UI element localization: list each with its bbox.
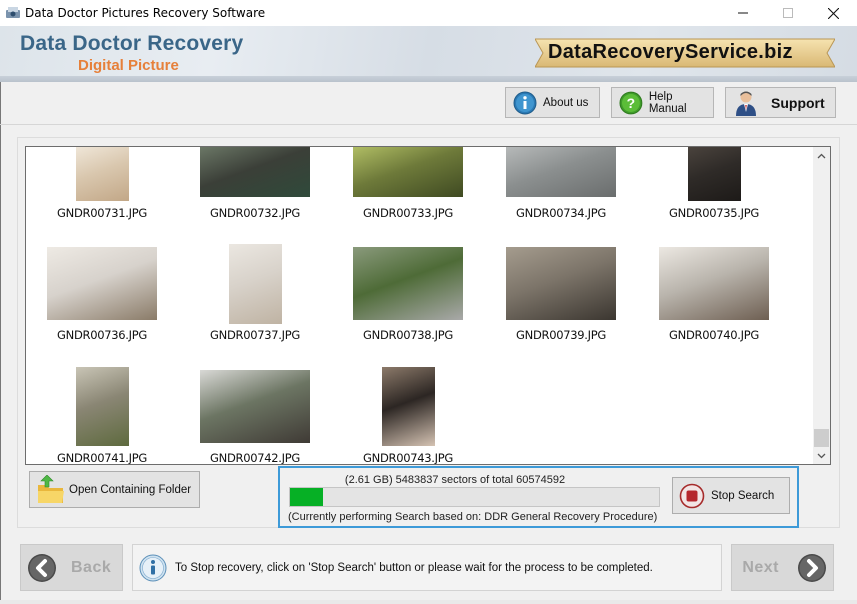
help-manual-button[interactable]: ? Help Manual [611, 87, 714, 118]
title-bar: Data Doctor Pictures Recovery Software [0, 0, 857, 26]
chevron-up-icon [817, 153, 826, 158]
scroll-down-button[interactable] [813, 447, 830, 464]
support-label: Support [771, 94, 825, 111]
folder-open-icon [38, 474, 64, 503]
stop-search-label: Stop Search [711, 489, 775, 502]
photo-thumbnail[interactable] [353, 247, 463, 320]
progress-bar [289, 487, 660, 507]
photo-filename: GNDR00740.JPG [669, 328, 759, 342]
photo-thumbnail[interactable] [381, 367, 435, 446]
toolbar-divider [0, 124, 857, 125]
open-containing-folder-button[interactable]: Open Containing Folder [29, 471, 200, 508]
window-left-edge [0, 26, 1, 604]
minimize-icon [738, 12, 748, 14]
photo-filename: GNDR00736.JPG [57, 328, 147, 342]
info-icon [513, 91, 537, 114]
photo-filename: GNDR00731.JPG [57, 206, 147, 220]
about-us-button[interactable]: About us [505, 87, 600, 118]
search-progress-panel: (2.61 GB) 5483837 sectors of total 60574… [278, 466, 799, 528]
maximize-icon [783, 8, 793, 18]
website-link[interactable]: DataRecoveryService.biz [548, 41, 793, 64]
help-icon: ? [619, 91, 643, 114]
photo-thumbnail[interactable] [506, 147, 616, 197]
photo-thumbnail[interactable] [75, 367, 129, 446]
recovered-photos-gallery[interactable]: GNDR00731.JPG GNDR00732.JPG GNDR00733.JPG G… [25, 146, 831, 465]
svg-text:?: ? [627, 94, 636, 110]
brand-subtitle: Digital Picture [78, 57, 179, 74]
photo-filename: GNDR00742.JPG [210, 451, 300, 465]
photo-thumbnail[interactable] [200, 147, 310, 197]
photo-filename: GNDR00734.JPG [516, 206, 606, 220]
stop-icon [679, 483, 705, 508]
minimize-button[interactable] [720, 0, 766, 26]
photo-thumbnail[interactable] [353, 147, 463, 197]
scroll-up-button[interactable] [813, 147, 830, 164]
photo-filename: GNDR00732.JPG [210, 206, 300, 220]
support-person-icon [736, 91, 756, 116]
open-folder-label: Open Containing Folder [69, 483, 192, 496]
progress-bar-fill [290, 488, 324, 506]
photo-thumbnail[interactable] [506, 247, 616, 320]
window-bottom-edge [0, 600, 857, 604]
info-message: To Stop recovery, click on 'Stop Search'… [175, 561, 653, 574]
photo-thumbnail[interactable] [47, 247, 157, 320]
photo-filename: GNDR00741.JPG [57, 451, 147, 465]
photo-filename: GNDR00739.JPG [516, 328, 606, 342]
brand-title: Data Doctor Recovery [20, 32, 244, 55]
photo-thumbnail[interactable] [75, 147, 129, 201]
app-icon [6, 7, 20, 18]
procedure-status: (Currently performing Search based on: D… [288, 511, 658, 523]
photo-filename: GNDR00737.JPG [210, 328, 300, 342]
window-title: Data Doctor Pictures Recovery Software [25, 6, 266, 20]
chevron-down-icon [817, 453, 826, 458]
next-button[interactable]: Next [731, 544, 834, 591]
info-icon [139, 554, 167, 581]
chevron-left-icon [28, 553, 56, 582]
photo-filename: GNDR00738.JPG [363, 328, 453, 342]
next-label: Next [742, 558, 779, 576]
close-button[interactable] [810, 0, 856, 26]
scrollbar-thumb[interactable] [814, 429, 829, 447]
photo-filename: GNDR00743.JPG [363, 451, 453, 465]
support-button[interactable]: Support [725, 87, 836, 118]
photo-thumbnail[interactable] [200, 370, 310, 443]
progress-summary: (2.61 GB) 5483837 sectors of total 60574… [344, 474, 566, 486]
back-button[interactable]: Back [20, 544, 123, 591]
vertical-scrollbar[interactable] [813, 147, 830, 464]
close-icon [827, 7, 839, 19]
photo-thumbnail[interactable] [228, 244, 282, 324]
photo-thumbnail[interactable] [687, 147, 741, 201]
banner-divider [0, 76, 857, 82]
photo-filename: GNDR00733.JPG [363, 206, 453, 220]
chevron-right-icon [798, 553, 826, 582]
photo-thumbnail[interactable] [659, 247, 769, 320]
photo-filename: GNDR00735.JPG [669, 206, 759, 220]
maximize-button[interactable] [765, 0, 811, 26]
back-label: Back [71, 558, 112, 576]
stop-search-button[interactable]: Stop Search [672, 477, 790, 514]
about-us-label: About us [543, 96, 589, 109]
status-info-bar: To Stop recovery, click on 'Stop Search'… [132, 544, 722, 591]
help-manual-label: Help Manual [648, 90, 687, 115]
